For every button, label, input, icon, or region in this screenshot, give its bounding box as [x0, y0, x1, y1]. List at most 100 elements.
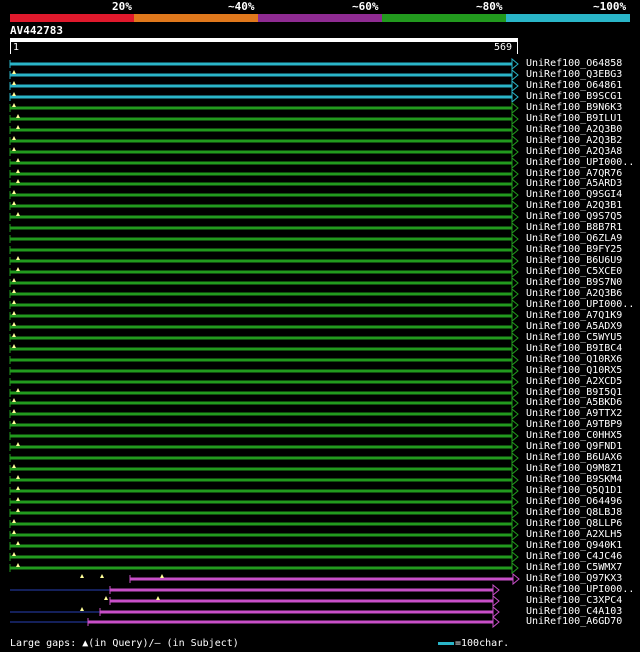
hit-label[interactable]: UniRef100_Q9SGI4 — [526, 189, 622, 200]
hit-end-arrow — [492, 615, 500, 629]
hit-end-arrow — [511, 243, 519, 257]
query-gap-marker — [16, 486, 20, 490]
hit-label[interactable]: UniRef100_C3XPC4 — [526, 595, 622, 606]
hit-end-arrow — [511, 276, 519, 290]
hit-label[interactable]: UniRef100_B9N6K3 — [526, 102, 622, 113]
query-gap-marker — [12, 147, 16, 151]
hit-label[interactable]: UniRef100_UPI000.. — [526, 157, 634, 168]
query-gap-marker — [100, 574, 104, 578]
hit-end-arrow — [511, 210, 519, 224]
hit-label[interactable]: UniRef100_B6U6U9 — [526, 255, 622, 266]
hit-label[interactable]: UniRef100_Q9S7Q5 — [526, 211, 622, 222]
hit-label[interactable]: UniRef100_C4JC46 — [526, 551, 622, 562]
hit-label[interactable]: UniRef100_Q3EBG3 — [526, 69, 622, 80]
hit-end-arrow — [492, 583, 500, 597]
hit-label[interactable]: UniRef100_O64858 — [526, 58, 622, 69]
hit-label[interactable]: UniRef100_O64861 — [526, 80, 622, 91]
hit-label[interactable]: UniRef100_B6UAX6 — [526, 452, 622, 463]
hit-end-arrow — [511, 375, 519, 389]
large-gaps-legend: Large gaps: ▲(in Query)/— (in Subject) — [10, 638, 239, 649]
hit-label[interactable]: UniRef100_Q9M8Z1 — [526, 463, 622, 474]
query-gap-marker — [12, 70, 16, 74]
query-gap-marker — [16, 256, 20, 260]
hit-end-arrow — [511, 123, 519, 137]
hit-label[interactable]: UniRef100_Q10RX6 — [526, 354, 622, 365]
query-gap-marker — [12, 81, 16, 85]
query-gap-marker — [12, 530, 16, 534]
query-gap-marker — [16, 388, 20, 392]
hit-end-arrow — [511, 550, 519, 564]
hit-label[interactable]: UniRef100_B9FY25 — [526, 244, 622, 255]
hit-label[interactable]: UniRef100_B9SCG1 — [526, 91, 622, 102]
hit-end-arrow — [511, 265, 519, 279]
hit-label[interactable]: UniRef100_Q9FND1 — [526, 441, 622, 452]
query-gap-marker — [16, 169, 20, 173]
hit-label[interactable]: UniRef100_A9TBP9 — [526, 419, 622, 430]
hit-label[interactable]: UniRef100_Q5Q1D1 — [526, 485, 622, 496]
hit-end-arrow — [511, 134, 519, 148]
query-gap-marker — [16, 541, 20, 545]
hit-label[interactable]: UniRef100_Q940K1 — [526, 540, 622, 551]
hit-label[interactable]: UniRef100_A2Q3B0 — [526, 124, 622, 135]
hit-label[interactable]: UniRef100_A5ADX9 — [526, 321, 622, 332]
query-gap-marker — [12, 409, 16, 413]
query-gap-marker — [12, 552, 16, 556]
hit-end-arrow — [511, 199, 519, 213]
hit-end-arrow — [511, 221, 519, 235]
hit-label[interactable]: UniRef100_A2XCD5 — [526, 376, 622, 387]
hit-label[interactable]: UniRef100_B9ILU1 — [526, 113, 622, 124]
query-gap-marker — [16, 508, 20, 512]
hit-label[interactable]: UniRef100_Q97KX3 — [526, 573, 622, 584]
query-gap-marker — [16, 563, 20, 567]
hit-label[interactable]: UniRef100_UPI000.. — [526, 584, 634, 595]
hit-label[interactable]: UniRef100_A2Q3B1 — [526, 200, 622, 211]
query-gap-marker — [160, 574, 164, 578]
query-gap-marker — [12, 136, 16, 140]
hit-label[interactable]: UniRef100_UPI000.. — [526, 299, 634, 310]
hit-label[interactable]: UniRef100_Q6ZLA9 — [526, 233, 622, 244]
hit-end-arrow — [511, 539, 519, 553]
query-gap-marker — [16, 114, 20, 118]
hit-label[interactable]: UniRef100_C5WMX7 — [526, 562, 622, 573]
hit-end-arrow — [511, 287, 519, 301]
hit-label[interactable]: UniRef100_A2Q3B6 — [526, 288, 622, 299]
hit-label[interactable]: UniRef100_Q8LBJ8 — [526, 507, 622, 518]
hit-label[interactable]: UniRef100_A7Q1K9 — [526, 310, 622, 321]
hit-end-arrow — [511, 232, 519, 246]
hit-label[interactable]: UniRef100_B8B7R1 — [526, 222, 622, 233]
hit-end-arrow — [511, 506, 519, 520]
query-gap-marker — [16, 125, 20, 129]
hit-label[interactable]: UniRef100_C5WYU5 — [526, 332, 622, 343]
scale-label: =100char. — [455, 638, 510, 649]
hit-label[interactable]: UniRef100_A6GD70 — [526, 616, 622, 627]
query-gap-marker — [12, 333, 16, 337]
query-gap-marker — [12, 322, 16, 326]
query-gap-marker — [12, 344, 16, 348]
hit-end-arrow — [492, 605, 500, 619]
query-gap-marker — [80, 574, 84, 578]
hit-label[interactable]: UniRef100_A5ARD3 — [526, 178, 622, 189]
hit-end-arrow — [511, 320, 519, 334]
hit-label[interactable]: UniRef100_A9TTX2 — [526, 408, 622, 419]
hit-end-arrow — [492, 594, 500, 608]
hit-label[interactable]: UniRef100_A2Q3A8 — [526, 146, 622, 157]
hit-label[interactable]: UniRef100_C0HHX5 — [526, 430, 622, 441]
hit-label[interactable]: UniRef100_A5BKD6 — [526, 397, 622, 408]
hit-label[interactable]: UniRef100_B9S7N0 — [526, 277, 622, 288]
hit-label[interactable]: UniRef100_Q10RX5 — [526, 365, 622, 376]
hit-end-arrow — [511, 364, 519, 378]
query-gap-marker — [16, 475, 20, 479]
hit-label[interactable]: UniRef100_O64496 — [526, 496, 622, 507]
scale-key: =100char. — [438, 638, 509, 650]
query-gap-marker — [12, 420, 16, 424]
hit-label[interactable]: UniRef100_B9IBC4 — [526, 343, 622, 354]
hit-label[interactable]: UniRef100_B9SKM4 — [526, 474, 622, 485]
query-gap-marker — [12, 519, 16, 523]
hit-label[interactable]: UniRef100_Q8LLP6 — [526, 518, 622, 529]
hit-label[interactable]: UniRef100_C5XCE0 — [526, 266, 622, 277]
hit-end-arrow — [511, 353, 519, 367]
query-gap-marker — [16, 158, 20, 162]
hit-label[interactable]: UniRef100_A2Q3B2 — [526, 135, 622, 146]
hit-label[interactable]: UniRef100_A2XLH5 — [526, 529, 622, 540]
query-gap-marker — [12, 300, 16, 304]
